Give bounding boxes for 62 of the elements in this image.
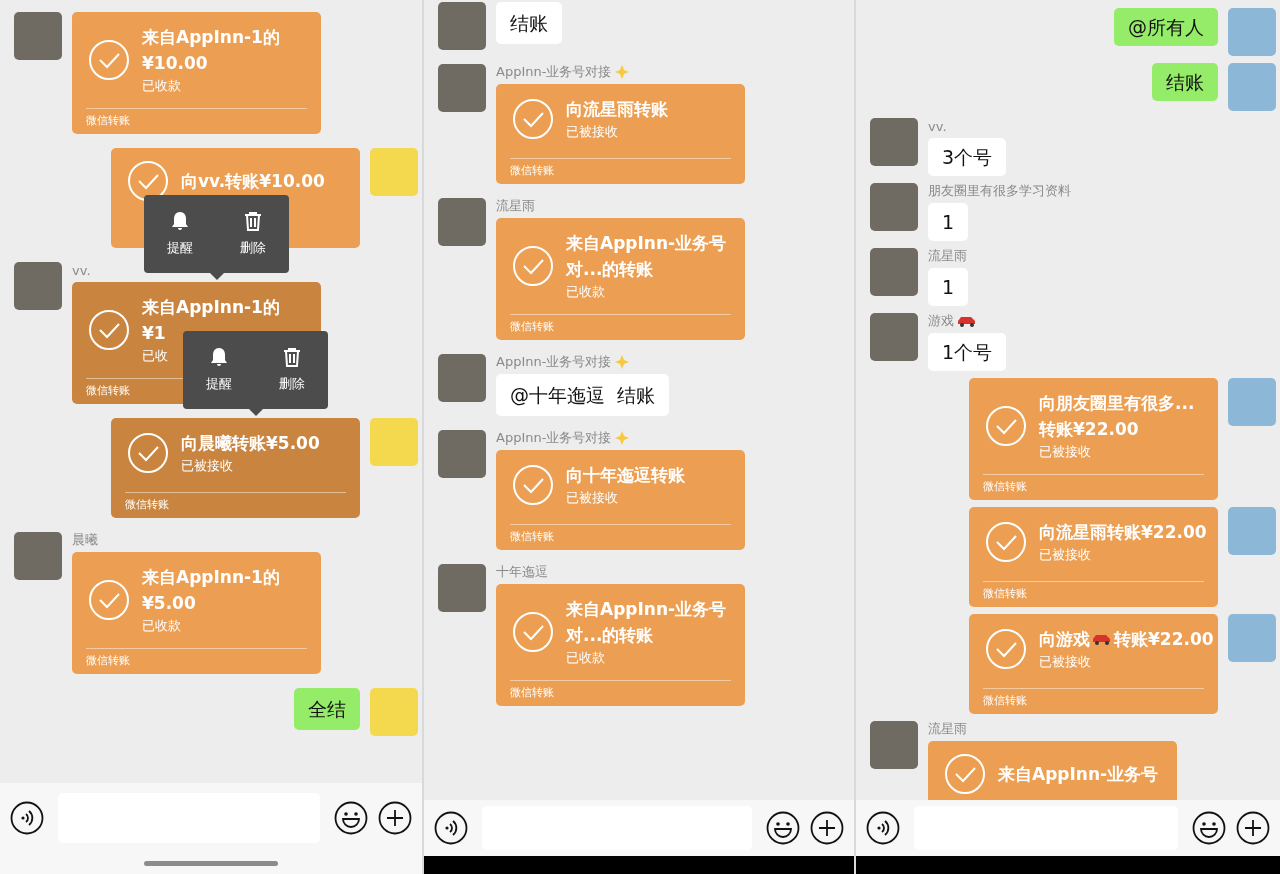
message-bubble: 3个号: [928, 138, 1007, 176]
transfer-status: 已被接收: [181, 457, 233, 475]
transfer-title: 来自AppInn-1的: [142, 566, 280, 589]
transfer-footer: 微信转账: [125, 492, 346, 518]
transfer-status: 已收款: [566, 649, 605, 667]
message-bubble: 结账: [496, 2, 562, 44]
transfer-footer: 微信转账: [510, 680, 731, 706]
message-bubble: 结账: [1152, 63, 1218, 101]
transfer-title: 对...的转账: [566, 624, 654, 647]
transfer-amount: 转账¥22.00: [1114, 628, 1214, 651]
transfer-title: 来自AppInn-1的: [142, 26, 280, 49]
transfer-title: 向游戏: [1039, 628, 1090, 651]
transfer-status: 已被接收: [1039, 546, 1091, 564]
transfer-title: 转账¥22.00: [1039, 418, 1139, 441]
sender-name: AppInn-业务号对接: [496, 63, 612, 81]
transfer-footer: 微信转账: [510, 524, 731, 550]
sender-name: AppInn-业务号对接: [496, 429, 612, 447]
transfer-title: 向vv.转账¥10.00: [181, 170, 325, 193]
transfer-footer: 微信转账: [510, 158, 731, 184]
message-bubble: 1: [928, 203, 969, 241]
transfer-status: 已被接收: [1039, 443, 1091, 461]
transfer-status: 已收: [142, 347, 168, 365]
message-bubble: 1: [928, 268, 969, 306]
sender-name: 游戏: [928, 312, 954, 330]
transfer-footer: 微信转账: [86, 108, 307, 134]
transfer-footer: 微信转账: [86, 648, 307, 674]
transfer-title: 来自AppInn-业务号: [566, 598, 727, 621]
transfer-status: 已被接收: [566, 123, 618, 141]
message-bubble: @十年迤逗 结账: [496, 374, 670, 416]
transfer-title: 向流星雨转账¥22.00: [1039, 521, 1207, 544]
transfer-title: ¥1: [142, 322, 166, 345]
sender-name: 流星雨: [928, 720, 967, 738]
transfer-title: 对...的转账: [566, 258, 654, 281]
sender-name: AppInn-业务号对接: [496, 353, 612, 371]
transfer-title: 向朋友圈里有很多...: [1039, 392, 1195, 415]
sender-name: 晨曦: [72, 531, 98, 549]
transfer-status: 已收款: [566, 283, 605, 301]
transfer-title: ¥5.00: [142, 592, 196, 615]
sender-name: 流星雨: [496, 197, 535, 215]
transfer-footer: 微信转账: [983, 581, 1204, 607]
sender-name: 朋友圈里有很多学习资料: [928, 182, 1071, 200]
sender-name: 流星雨: [928, 247, 967, 265]
transfer-status: 已收款: [142, 77, 181, 95]
transfer-footer: 微信转账: [510, 314, 731, 340]
transfer-title: 向十年迤逗转账: [566, 464, 685, 487]
transfer-status: 已被接收: [566, 489, 618, 507]
transfer-title: 来自AppInn-业务号: [998, 763, 1159, 786]
transfer-status: 已被接收: [1039, 653, 1091, 671]
transfer-status: 已收款: [142, 617, 181, 635]
transfer-title: 向晨曦转账¥5.00: [181, 432, 320, 455]
message-bubble: 全结: [294, 688, 360, 730]
transfer-footer: 微信转账: [983, 474, 1204, 500]
sender-name: 十年迤逗: [496, 563, 548, 581]
transfer-title: 向流星雨转账: [566, 98, 668, 121]
message-bubble: 1个号: [928, 333, 1007, 371]
sender-name: vv.: [928, 118, 947, 134]
transfer-title: 来自AppInn-1的: [142, 296, 280, 319]
transfer-footer: 微信转账: [983, 688, 1204, 714]
sender-name: vv.: [72, 262, 91, 278]
transfer-title: ¥10.00: [142, 52, 208, 75]
transfer-title: 来自AppInn-业务号: [566, 232, 727, 255]
message-bubble: @所有人: [1114, 8, 1218, 46]
